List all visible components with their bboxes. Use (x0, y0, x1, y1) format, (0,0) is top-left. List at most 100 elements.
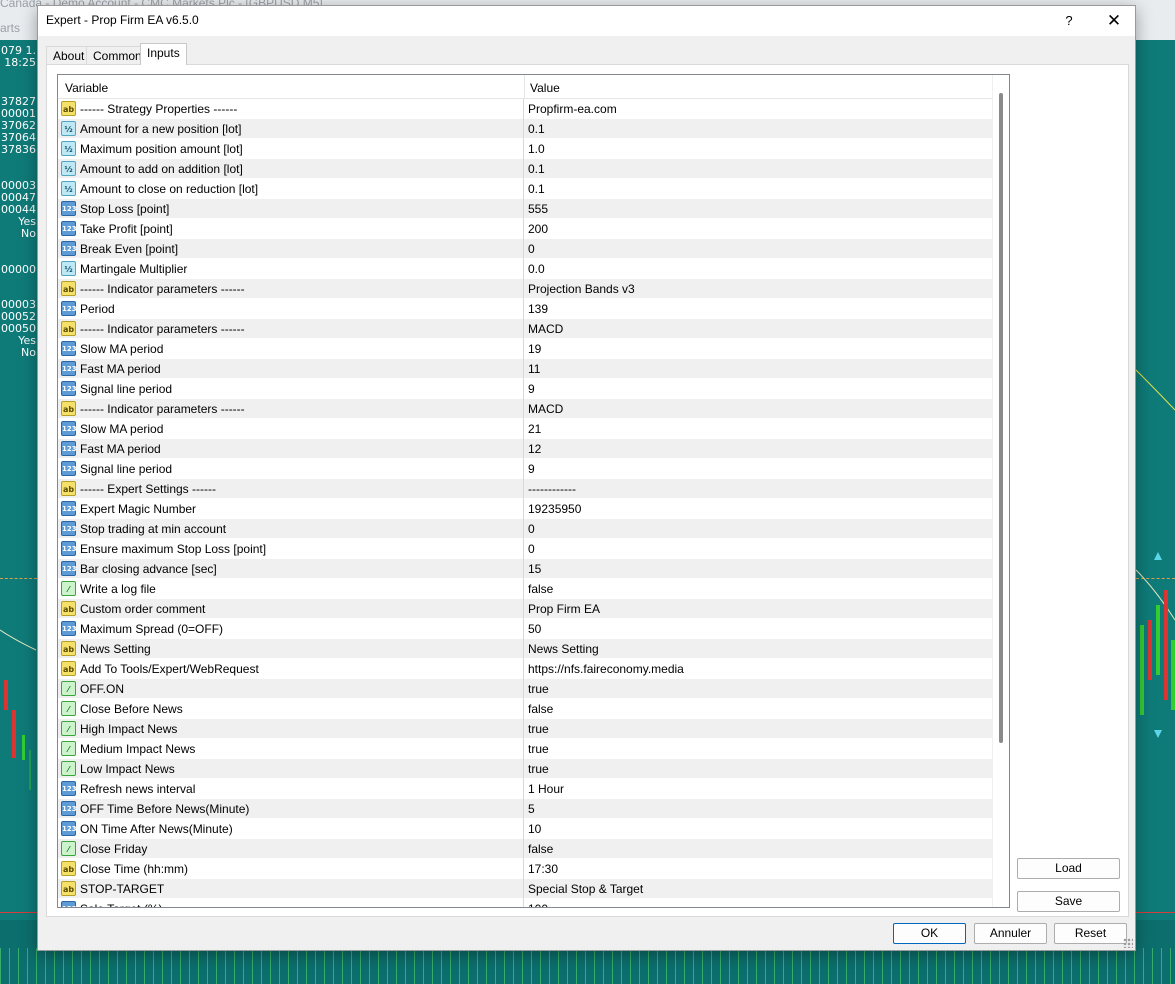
table-row[interactable]: ½ Amount to close on reduction [lot] 0.1 (58, 179, 992, 199)
variable-cell[interactable]: ab STOP-TARGET (58, 879, 524, 899)
variable-cell[interactable]: ½ Amount to close on reduction [lot] (58, 179, 524, 199)
variable-cell[interactable]: 123 Expert Magic Number (58, 499, 524, 519)
table-row[interactable]: ⁄ Close Friday false (58, 839, 992, 859)
variable-cell[interactable]: ½ Amount to add on addition [lot] (58, 159, 524, 179)
table-row[interactable]: 123 Take Profit [point] 200 (58, 219, 992, 239)
value-cell[interactable]: 0 (528, 542, 535, 556)
tab-about[interactable]: About (46, 46, 92, 65)
variable-cell[interactable]: 123 OFF Time Before News(Minute) (58, 799, 524, 819)
value-cell[interactable]: MACD (528, 322, 563, 336)
table-row[interactable]: ½ Maximum position amount [lot] 1.0 (58, 139, 992, 159)
value-cell[interactable]: 200 (528, 222, 548, 236)
reset-button[interactable]: Reset (1054, 923, 1127, 944)
value-cell[interactable]: 12 (528, 442, 541, 456)
variable-cell[interactable]: ½ Maximum position amount [lot] (58, 139, 524, 159)
value-cell[interactable]: true (528, 742, 549, 756)
variable-cell[interactable]: 123 ON Time After News(Minute) (58, 819, 524, 839)
column-header-variable[interactable]: Variable (65, 81, 108, 95)
table-row[interactable]: ab Close Time (hh:mm) 17:30 (58, 859, 992, 879)
save-button[interactable]: Save (1017, 891, 1120, 912)
variable-cell[interactable]: ⁄ OFF.ON (58, 679, 524, 699)
value-cell[interactable]: false (528, 702, 553, 716)
variable-cell[interactable]: 123 Stop Loss [point] (58, 199, 524, 219)
variable-cell[interactable]: ⁄ Medium Impact News (58, 739, 524, 759)
value-cell[interactable]: 139 (528, 302, 548, 316)
table-row[interactable]: 123 Fast MA period 11 (58, 359, 992, 379)
value-cell[interactable]: 19235950 (528, 502, 581, 516)
value-cell[interactable]: 0.1 (528, 122, 545, 136)
variable-cell[interactable]: 123 Maximum Spread (0=OFF) (58, 619, 524, 639)
variable-cell[interactable]: 123 Slow MA period (58, 419, 524, 439)
column-header-value[interactable]: Value (530, 81, 560, 95)
table-row[interactable]: 123 Slow MA period 21 (58, 419, 992, 439)
variable-cell[interactable]: ab ------ Indicator parameters ------ (58, 279, 524, 299)
variable-cell[interactable]: ab ------ Indicator parameters ------ (58, 399, 524, 419)
scrollbar-thumb[interactable] (999, 93, 1003, 743)
variable-cell[interactable]: ½ Amount for a new position [lot] (58, 119, 524, 139)
resize-grip[interactable] (1123, 938, 1133, 948)
variable-cell[interactable]: ⁄ Low Impact News (58, 759, 524, 779)
value-cell[interactable]: false (528, 842, 553, 856)
value-cell[interactable]: 0.1 (528, 162, 545, 176)
value-cell[interactable]: true (528, 682, 549, 696)
table-row[interactable]: 123 Stop trading at min account 0 (58, 519, 992, 539)
table-row[interactable]: ab ------ Indicator parameters ------ MACD (58, 399, 992, 419)
ok-button[interactable]: OK (893, 923, 966, 944)
variable-cell[interactable]: ⁄ Close Friday (58, 839, 524, 859)
value-cell[interactable]: 50 (528, 622, 541, 636)
table-row[interactable]: 123 Ensure maximum Stop Loss [point] 0 (58, 539, 992, 559)
table-row[interactable]: ab ------ Strategy Properties ------ Propf… (58, 99, 992, 119)
variable-cell[interactable]: ab ------ Indicator parameters ------ (58, 319, 524, 339)
value-cell[interactable]: 5 (528, 802, 535, 816)
table-row[interactable]: ½ Amount for a new position [lot] 0.1 (58, 119, 992, 139)
value-cell[interactable]: 1 Hour (528, 782, 564, 796)
variable-cell[interactable]: 123Sale Target (%) (58, 899, 524, 907)
variable-cell[interactable]: 123 Break Even [point] (58, 239, 524, 259)
help-icon[interactable]: ? (1057, 9, 1081, 33)
variable-cell[interactable]: ab Custom order comment (58, 599, 524, 619)
table-row[interactable]: 123Sale Target (%) 100 (58, 899, 992, 907)
table-row[interactable]: ⁄ High Impact News true (58, 719, 992, 739)
value-cell[interactable]: 10 (528, 822, 541, 836)
table-row[interactable]: 123 Signal line period 9 (58, 379, 992, 399)
table-row[interactable]: 123 Fast MA period 12 (58, 439, 992, 459)
value-cell[interactable]: 11 (528, 362, 540, 376)
value-cell[interactable]: 9 (528, 462, 535, 476)
table-row[interactable]: 123 OFF Time Before News(Minute) 5 (58, 799, 992, 819)
variable-cell[interactable]: ⁄ High Impact News (58, 719, 524, 739)
table-row[interactable]: ab Add To Tools/Expert/WebRequest https://… (58, 659, 992, 679)
variable-cell[interactable]: ab ------ Strategy Properties ------ (58, 99, 524, 119)
value-cell[interactable]: 15 (528, 562, 541, 576)
value-cell[interactable]: 1.0 (528, 142, 545, 156)
tab-inputs[interactable]: Inputs (140, 43, 187, 65)
variable-cell[interactable]: 123 Slow MA period (58, 339, 524, 359)
table-row[interactable]: 123 Bar closing advance [sec] 15 (58, 559, 992, 579)
table-row[interactable]: 123 ON Time After News(Minute) 10 (58, 819, 992, 839)
value-cell[interactable]: 555 (528, 202, 548, 216)
table-row[interactable]: 123 Signal line period 9 (58, 459, 992, 479)
table-row[interactable]: 123 Refresh news interval 1 Hour (58, 779, 992, 799)
value-cell[interactable]: 0.0 (528, 262, 545, 276)
value-cell[interactable]: Prop Firm EA (528, 602, 600, 616)
table-row[interactable]: ⁄ Medium Impact News true (58, 739, 992, 759)
value-cell[interactable]: 0.1 (528, 182, 545, 196)
table-row[interactable]: 123 Expert Magic Number 19235950 (58, 499, 992, 519)
variable-cell[interactable]: 123 Ensure maximum Stop Loss [point] (58, 539, 524, 559)
table-row[interactable]: ab News Setting News Setting (58, 639, 992, 659)
table-row[interactable]: ab Custom order comment Prop Firm EA (58, 599, 992, 619)
value-cell[interactable]: 21 (528, 422, 541, 436)
table-row[interactable]: ab STOP-TARGET Special Stop & Target (58, 879, 992, 899)
value-cell[interactable]: 17:30 (528, 862, 558, 876)
variable-cell[interactable]: 123 Take Profit [point] (58, 219, 524, 239)
value-cell[interactable]: Special Stop & Target (528, 882, 643, 896)
table-row[interactable]: ⁄ Low Impact News true (58, 759, 992, 779)
column-divider[interactable] (524, 75, 525, 99)
variable-cell[interactable]: 123 Stop trading at min account (58, 519, 524, 539)
value-cell[interactable]: false (528, 582, 553, 596)
value-cell[interactable]: 100 (528, 902, 548, 907)
value-cell[interactable]: https://nfs.faireconomy.media (528, 662, 684, 676)
variable-cell[interactable]: ab News Setting (58, 639, 524, 659)
variable-cell[interactable]: 123 Bar closing advance [sec] (58, 559, 524, 579)
variable-cell[interactable]: ab Close Time (hh:mm) (58, 859, 524, 879)
value-cell[interactable]: Propfirm-ea.com (528, 102, 617, 116)
